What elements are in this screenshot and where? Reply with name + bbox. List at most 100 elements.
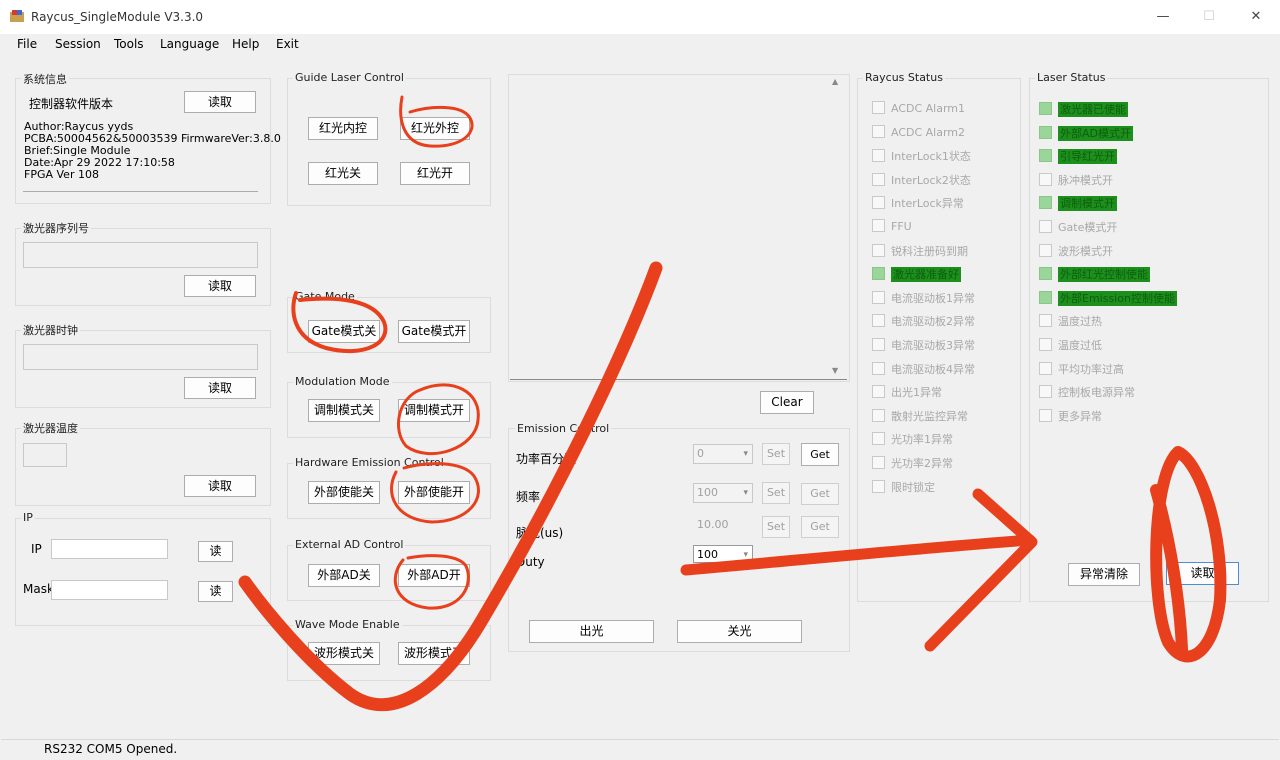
checkbox-icon	[872, 361, 885, 375]
alarm-clear-button[interactable]: 异常清除	[1068, 563, 1140, 586]
guide-off-button[interactable]: 红光关	[308, 162, 378, 185]
maximize-button[interactable]: ☐	[1194, 6, 1224, 28]
checkbox-icon	[872, 219, 885, 232]
chevron-down-icon: ▾	[743, 550, 748, 560]
frequency-set-button[interactable]: Set	[762, 482, 790, 504]
laser-status-item: 外部AD模式开	[1039, 125, 1133, 141]
pulse-width-get-button[interactable]: Get	[801, 516, 839, 538]
sysinfo-line: FPGA Ver 108	[24, 168, 99, 181]
frequency-combo[interactable]: 100 ▾	[693, 483, 753, 503]
checkbox-icon	[1039, 220, 1052, 233]
laser-status-label: 更多异常	[1058, 409, 1102, 423]
wave-on-button[interactable]: 波形模式开	[398, 642, 470, 665]
ip-label: IP	[31, 542, 42, 556]
checkbox-icon	[1039, 102, 1052, 115]
checkbox-icon	[1039, 290, 1052, 304]
checkbox-icon	[872, 124, 885, 138]
raycus-status-label: InterLock1状态	[891, 150, 971, 164]
serial-title: 激光器序列号	[21, 220, 91, 236]
ext-ad-on-button[interactable]: 外部AD开	[398, 564, 470, 587]
gate-off-button[interactable]: Gate模式关	[308, 320, 380, 343]
sysinfo-title: 系统信息	[21, 71, 69, 87]
laser-status-item: 温度过低	[1039, 337, 1102, 353]
sysinfo-text: Author:Raycus yyds PCBA:50004562&5000353…	[24, 121, 281, 181]
menu-file[interactable]: File	[17, 37, 37, 51]
checkbox-icon	[1039, 172, 1052, 186]
raycus-status-item: 电流驱动板1异常	[872, 290, 975, 306]
raycus-status-item: 激光器准备好	[872, 266, 961, 283]
menu-tools[interactable]: Tools	[114, 37, 144, 51]
clock-field[interactable]	[23, 344, 258, 370]
checkbox-icon	[1039, 196, 1052, 210]
mask-read-button[interactable]: 读	[198, 581, 233, 602]
log-scroll-down-icon[interactable]: ▼	[832, 366, 838, 375]
guide-on-button[interactable]: 红光开	[400, 162, 470, 185]
raycus-status-label: 电流驱动板4异常	[891, 362, 975, 376]
chevron-down-icon: ▾	[743, 488, 748, 498]
serial-read-button[interactable]: 读取	[184, 275, 256, 297]
raycus-status-item: 出光1异常	[872, 384, 942, 400]
laser-status-item: 调制模式开	[1039, 195, 1117, 212]
minimize-button[interactable]: —	[1148, 6, 1178, 28]
checkbox-icon	[872, 243, 885, 257]
frequency-get-button[interactable]: Get	[801, 483, 839, 505]
pulse-width-set-button[interactable]: Set	[762, 516, 790, 538]
guide-title: Guide Laser Control	[293, 71, 406, 84]
raycus-status-label: 电流驱动板2异常	[891, 315, 975, 329]
temperature-field[interactable]	[23, 443, 67, 467]
menu-language[interactable]: Language	[160, 37, 219, 51]
sysinfo-divider	[23, 191, 258, 192]
checkbox-icon	[1039, 338, 1052, 351]
menu-session[interactable]: Session	[55, 37, 101, 51]
laser-status-label: Gate模式开	[1058, 221, 1118, 234]
checkbox-icon	[872, 456, 885, 469]
duty-combo[interactable]: 100 ▾	[693, 545, 753, 563]
laser-status-item: 控制板电源异常	[1039, 384, 1135, 400]
serial-field[interactable]	[23, 242, 258, 268]
ext-ad-off-button[interactable]: 外部AD关	[308, 564, 380, 587]
ip-read-button[interactable]: 读	[198, 541, 233, 562]
power-set-button[interactable]: Set	[762, 443, 790, 465]
raycus-status-title: Raycus Status	[863, 71, 945, 84]
stop-emission-button[interactable]: 关光	[677, 620, 802, 643]
hw-emission-on-button[interactable]: 外部使能开	[398, 481, 470, 504]
sysinfo-read-button[interactable]: 读取	[184, 91, 256, 113]
checkbox-icon	[1039, 149, 1052, 163]
raycus-status-label: 光功率2异常	[891, 457, 953, 470]
close-button[interactable]: ✕	[1241, 6, 1271, 28]
gate-on-button[interactable]: Gate模式开	[398, 320, 470, 343]
raycus-status-label: 光功率1异常	[891, 433, 953, 447]
laser-status-read-button[interactable]: 读取	[1166, 562, 1239, 585]
log-clear-button[interactable]: Clear	[760, 391, 814, 414]
menu-help[interactable]: Help	[232, 37, 259, 51]
log-scroll-up-icon[interactable]: ▲	[832, 77, 838, 86]
raycus-status-item: 锐科注册码到期	[872, 243, 968, 259]
checkbox-icon	[1039, 408, 1052, 422]
checkbox-icon	[872, 196, 885, 210]
ip-input[interactable]	[51, 539, 168, 559]
hw-emission-off-button[interactable]: 外部使能关	[308, 481, 380, 504]
clock-read-button[interactable]: 读取	[184, 377, 256, 399]
duty-label: Duty	[516, 555, 545, 569]
power-value: 0	[697, 447, 704, 460]
temperature-read-button[interactable]: 读取	[184, 475, 256, 497]
firmware-version-label: 控制器软件版本	[29, 97, 114, 111]
laser-status-item: 引导红光开	[1039, 148, 1117, 165]
raycus-status-item: 光功率2异常	[872, 455, 953, 471]
log-panel	[508, 74, 850, 382]
power-label: 功率百分数	[516, 452, 577, 466]
guide-external-button[interactable]: 红光外控	[400, 117, 470, 140]
power-combo[interactable]: 0 ▾	[693, 444, 753, 464]
emit-button[interactable]: 出光	[529, 620, 654, 643]
mask-label: Mask	[23, 582, 54, 596]
laser-status-item: 温度过热	[1039, 313, 1102, 329]
menu-exit[interactable]: Exit	[276, 37, 299, 51]
modulation-off-button[interactable]: 调制模式关	[308, 399, 380, 422]
guide-internal-button[interactable]: 红光内控	[308, 117, 378, 140]
mask-input[interactable]	[51, 580, 168, 600]
wave-off-button[interactable]: 波形模式关	[308, 642, 380, 665]
status-divider	[1, 739, 1279, 740]
power-get-button[interactable]: Get	[801, 443, 839, 466]
modulation-on-button[interactable]: 调制模式开	[398, 399, 470, 422]
ip-group	[15, 518, 271, 626]
